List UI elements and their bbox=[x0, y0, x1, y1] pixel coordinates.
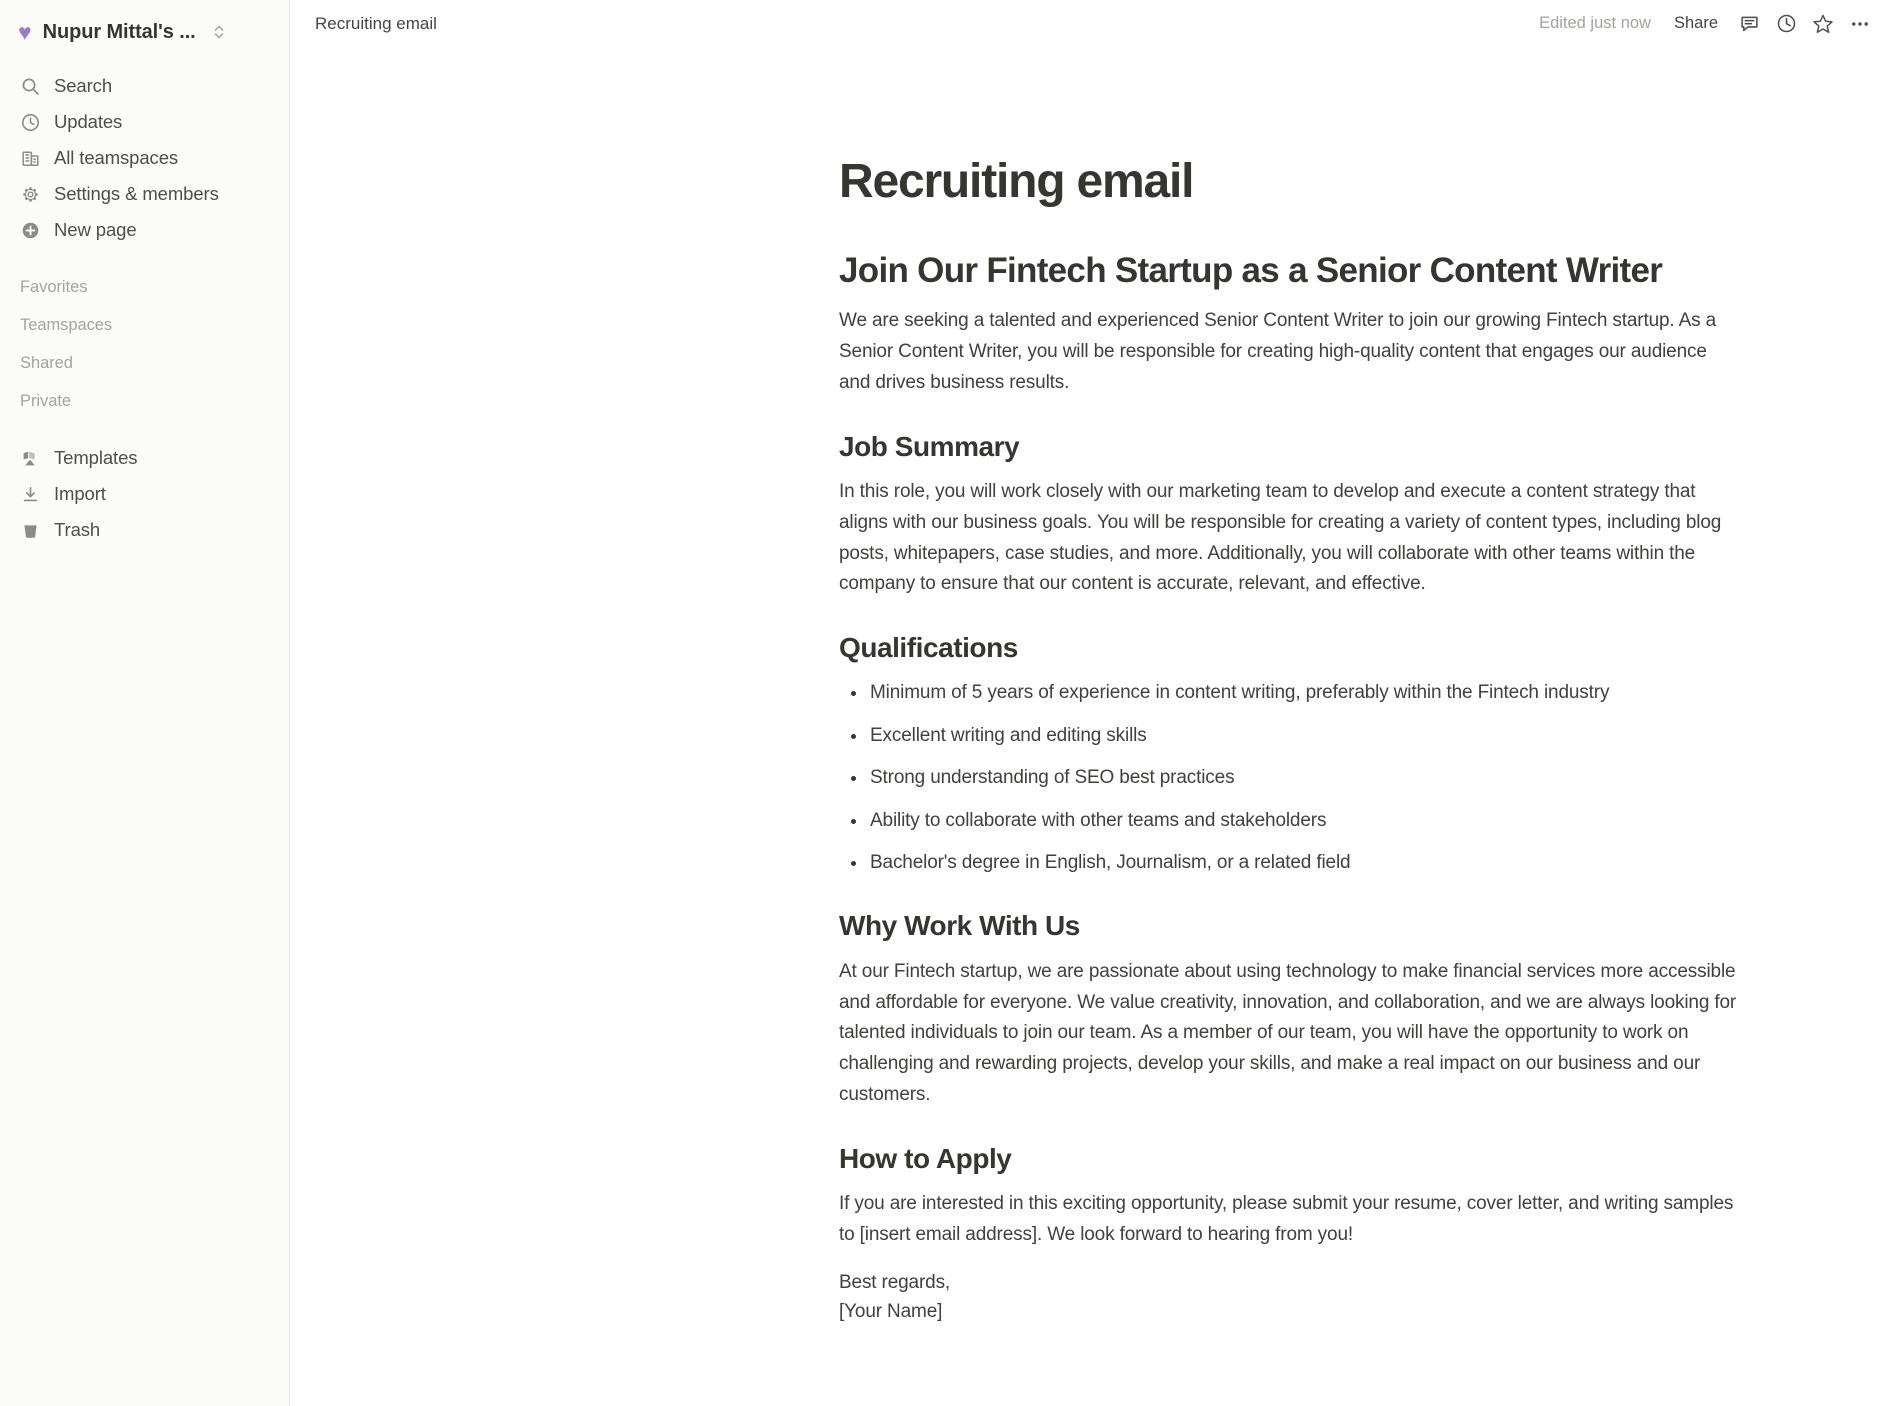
sidebar-item-label: Trash bbox=[54, 519, 101, 540]
sidebar-item-label: Import bbox=[54, 483, 106, 504]
signature-line[interactable]: [Your Name] bbox=[839, 1297, 1739, 1326]
heart-icon: ♥ bbox=[18, 18, 32, 45]
history-clock-icon[interactable] bbox=[1770, 9, 1802, 39]
list-item[interactable]: Strong understanding of SEO best practic… bbox=[839, 763, 1739, 793]
plus-circle-icon bbox=[20, 220, 41, 241]
heading-why-work-with-us[interactable]: Why Work With Us bbox=[839, 908, 1739, 944]
more-options-icon[interactable] bbox=[1844, 9, 1876, 39]
heading-qualifications[interactable]: Qualifications bbox=[839, 630, 1739, 666]
star-icon[interactable] bbox=[1807, 9, 1839, 39]
comment-icon[interactable] bbox=[1733, 9, 1765, 39]
sidebar-item-import[interactable]: Import bbox=[0, 476, 289, 512]
document-scroll-area[interactable]: Recruiting email Join Our Fintech Startu… bbox=[290, 47, 1898, 1406]
clock-icon bbox=[20, 112, 41, 133]
sidebar-item-new-page[interactable]: New page bbox=[0, 212, 289, 248]
sidebar-item-updates[interactable]: Updates bbox=[0, 104, 289, 140]
sidebar-item-settings-members[interactable]: Settings & members bbox=[0, 176, 289, 212]
chevron-updown-icon bbox=[212, 22, 226, 42]
sidebar-section-label: Shared bbox=[20, 353, 73, 372]
sidebar-item-trash[interactable]: Trash bbox=[0, 512, 289, 548]
sidebar-item-label: All teamspaces bbox=[54, 147, 179, 168]
templates-icon bbox=[20, 448, 41, 469]
gear-icon bbox=[20, 184, 41, 205]
workspace-name: Nupur Mittal's ... bbox=[42, 20, 196, 43]
document-body: Recruiting email Join Our Fintech Startu… bbox=[839, 47, 1739, 1326]
workspace-switcher[interactable]: ♥ Nupur Mittal's ... bbox=[0, 8, 289, 56]
edited-status[interactable]: Edited just now bbox=[1531, 10, 1659, 37]
sidebar-primary-nav: Search Updates All teamspaces Settings &… bbox=[0, 68, 289, 248]
sidebar-section-favorites[interactable]: Favorites bbox=[0, 268, 289, 306]
page-title[interactable]: Recruiting email bbox=[839, 153, 1739, 211]
sidebar-section-teamspaces[interactable]: Teamspaces bbox=[0, 306, 289, 344]
sidebar-item-label: Updates bbox=[54, 111, 123, 132]
topbar-actions: Edited just now Share bbox=[1531, 9, 1876, 39]
heading-join-our-fintech-startup[interactable]: Join Our Fintech Startup as a Senior Con… bbox=[839, 249, 1739, 293]
sidebar-section-label: Teamspaces bbox=[20, 315, 113, 334]
sidebar: ♥ Nupur Mittal's ... Search Updates All … bbox=[0, 0, 290, 1406]
import-icon bbox=[20, 484, 41, 505]
sidebar-item-templates[interactable]: Templates bbox=[0, 440, 289, 476]
main-area: Recruiting email Edited just now Share R… bbox=[290, 0, 1898, 1406]
sidebar-item-label: Settings & members bbox=[54, 183, 219, 204]
list-item[interactable]: Excellent writing and editing skills bbox=[839, 721, 1739, 751]
heading-how-to-apply[interactable]: How to Apply bbox=[839, 1141, 1739, 1177]
list-item[interactable]: Minimum of 5 years of experience in cont… bbox=[839, 678, 1739, 708]
search-icon bbox=[20, 76, 41, 97]
topbar: Recruiting email Edited just now Share bbox=[290, 0, 1898, 47]
heading-job-summary[interactable]: Job Summary bbox=[839, 429, 1739, 465]
job-summary-paragraph[interactable]: In this role, you will work closely with… bbox=[839, 477, 1739, 600]
list-item[interactable]: Bachelor's degree in English, Journalism… bbox=[839, 848, 1739, 878]
sidebar-item-label: Templates bbox=[54, 447, 138, 468]
sidebar-section-label: Private bbox=[20, 391, 72, 410]
sidebar-item-search[interactable]: Search bbox=[0, 68, 289, 104]
share-button[interactable]: Share bbox=[1664, 9, 1728, 38]
app-root: ♥ Nupur Mittal's ... Search Updates All … bbox=[0, 0, 1898, 1406]
qualifications-list: Minimum of 5 years of experience in cont… bbox=[839, 678, 1739, 878]
building-icon bbox=[20, 148, 41, 169]
list-item[interactable]: Ability to collaborate with other teams … bbox=[839, 806, 1739, 836]
why-work-paragraph[interactable]: At our Fintech startup, we are passionat… bbox=[839, 957, 1739, 1111]
sidebar-item-all-teamspaces[interactable]: All teamspaces bbox=[0, 140, 289, 176]
signoff-line[interactable]: Best regards, bbox=[839, 1268, 1739, 1297]
sidebar-section-shared[interactable]: Shared bbox=[0, 344, 289, 382]
how-to-apply-paragraph[interactable]: If you are interested in this exciting o… bbox=[839, 1189, 1739, 1251]
sidebar-section-private[interactable]: Private bbox=[0, 382, 289, 420]
trash-icon bbox=[20, 520, 41, 541]
sidebar-section-label: Favorites bbox=[20, 277, 88, 296]
sidebar-item-label: New page bbox=[54, 219, 137, 240]
sidebar-item-label: Search bbox=[54, 75, 113, 96]
sidebar-sections: Favorites Teamspaces Shared Private bbox=[0, 268, 289, 420]
sidebar-bottom-nav: Templates Import Trash bbox=[0, 440, 289, 548]
breadcrumb[interactable]: Recruiting email bbox=[308, 11, 444, 37]
intro-paragraph[interactable]: We are seeking a talented and experience… bbox=[839, 306, 1739, 398]
